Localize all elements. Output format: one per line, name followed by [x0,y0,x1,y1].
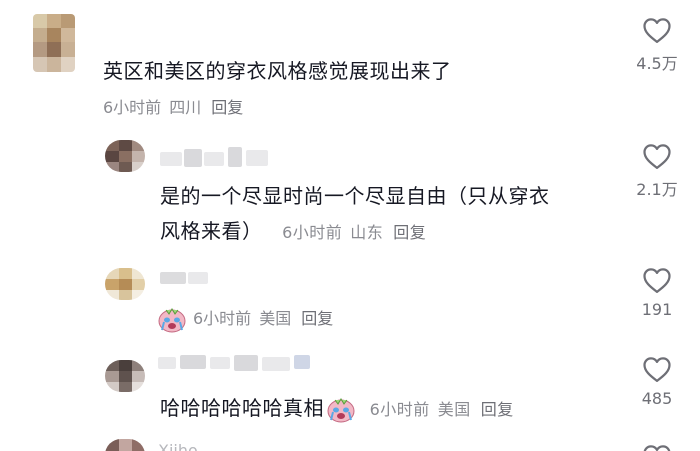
like-count: 4.5万 [636,54,678,73]
avatar[interactable] [105,140,145,172]
comment-region: 美国 [259,309,292,328]
reply-button[interactable]: 回复 [211,98,243,117]
comment-meta: 6小时前 美国 回复 [364,400,514,419]
comment-item: 6小时前 美国 回复 191 [0,250,700,345]
username-obscured [262,357,290,371]
comment-text-line: 是的一个尽显时尚一个尽显自由（只从穿衣 [160,184,550,208]
comment-meta: 6小时前 山东 回复 [277,223,427,242]
heart-outline-icon [643,445,671,451]
username-obscured [210,357,230,369]
comment-item: Xiiho [0,435,700,451]
comment-time: 6小时前 [193,309,252,328]
reply-button[interactable]: 回复 [393,223,426,242]
like-button[interactable]: 485 [627,355,687,408]
comment-text-line: 哈哈哈哈哈哈真相 6小时前 美国 回复 [160,392,514,423]
comment-item: 哈哈哈哈哈哈真相 6小时前 美国 回复 485 [0,345,700,435]
heart-outline-icon [643,268,671,293]
username-obscured [160,152,182,166]
username-obscured [228,147,242,167]
avatar[interactable] [105,268,145,300]
comment-text-line: 风格来看） 6小时前 山东 回复 [160,215,426,244]
avatar[interactable] [105,360,145,392]
like-count: 485 [641,389,673,408]
heart-outline-icon [643,144,671,169]
comment-region: 山东 [350,223,384,242]
username-obscured [294,355,310,369]
avatar[interactable] [105,439,145,451]
heart-outline-icon [643,357,671,382]
username-obscured [160,272,186,284]
username-obscured [246,150,268,166]
avatar[interactable] [33,14,75,72]
like-button[interactable]: 4.5万 [627,16,687,74]
username-obscured [158,357,176,369]
like-button[interactable]: 2.1万 [627,142,687,200]
comment-text: 英区和美区的穿衣风格感觉展现出来了 [103,59,452,83]
comment-meta: 6小时前 四川 回复 [103,94,243,118]
like-button[interactable] [627,443,687,451]
comment-text: 哈哈哈哈哈哈真相 [160,396,324,420]
comment-time: 6小时前 [103,98,162,117]
reply-button[interactable]: 回复 [481,400,514,419]
comment-text-end: 风格来看） [160,219,263,243]
username-obscured [188,272,208,284]
comment-region: 美国 [437,400,471,419]
comment-region: 四川 [169,98,202,117]
crying-face-emoji [157,307,187,333]
like-count: 191 [641,300,673,319]
username-obscured [234,355,258,371]
username-obscured [184,149,202,167]
username[interactable]: Xiiho [158,441,198,451]
crying-face-emoji [326,397,356,423]
comment-meta: 6小时前 美国 回复 [157,305,333,333]
like-button[interactable]: 191 [627,266,687,319]
heart-outline-icon [643,18,671,43]
comment-item: 英区和美区的穿衣风格感觉展现出来了 6小时前 四川 回复 4.5万 [0,0,700,125]
reply-button[interactable]: 回复 [301,309,333,328]
comment-item: 是的一个尽显时尚一个尽显自由（只从穿衣 风格来看） 6小时前 山东 回复 2.1万 [0,125,700,250]
username-obscured [180,355,206,369]
comment-time: 6小时前 [369,400,430,419]
username-obscured [204,152,224,166]
comment-time: 6小时前 [282,223,343,242]
like-count: 2.1万 [636,180,678,199]
